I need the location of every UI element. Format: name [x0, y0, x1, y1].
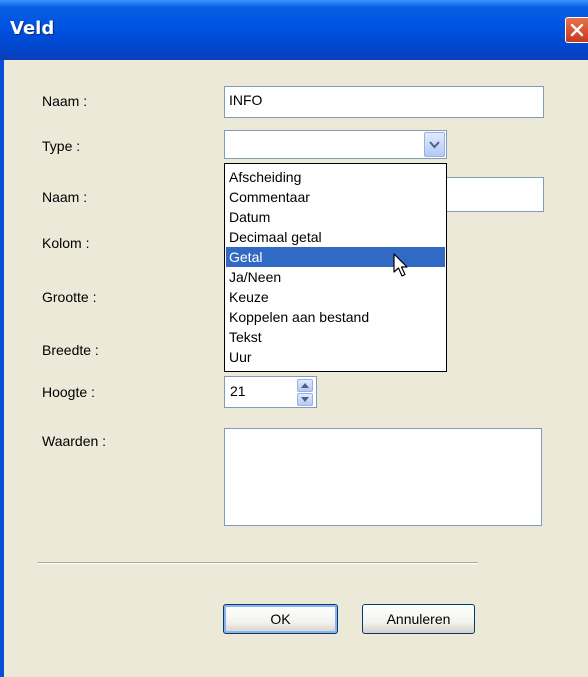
dropdown-option-datum[interactable]: Datum: [226, 207, 445, 227]
close-button[interactable]: [565, 17, 588, 43]
hoogte-value: 21: [230, 383, 246, 399]
type-label: Type :: [42, 138, 81, 154]
cancel-button[interactable]: Annuleren: [362, 604, 475, 634]
naam-input[interactable]: INFO: [224, 86, 544, 118]
dropdown-option-koppelen-aan-bestand[interactable]: Koppelen aan bestand: [226, 307, 445, 327]
dropdown-option-decimaal-getal[interactable]: Decimaal getal: [226, 227, 445, 247]
grootte-label: Grootte :: [42, 289, 97, 305]
kolom-label: Kolom :: [42, 235, 90, 251]
close-icon: [570, 23, 584, 37]
title-bar[interactable]: Veld: [0, 0, 588, 60]
type-dropdown-button[interactable]: [424, 132, 445, 157]
chevron-down-icon: [429, 141, 440, 149]
window-title: Veld: [10, 18, 55, 39]
dropdown-option-commentaar[interactable]: Commentaar: [226, 187, 445, 207]
mouse-pointer-icon: [393, 253, 408, 277]
dropdown-option-getal[interactable]: Getal: [226, 247, 445, 267]
dropdown-option-ja-neen[interactable]: Ja/Neen: [226, 267, 445, 287]
spinner-down-button[interactable]: [297, 393, 313, 406]
arrow-up-icon: [301, 383, 309, 388]
waarden-label: Waarden :: [42, 433, 107, 449]
dropdown-option-tekst[interactable]: Tekst: [226, 327, 445, 347]
naam-label: Naam :: [42, 93, 88, 109]
spinner-up-button[interactable]: [297, 379, 313, 392]
type-dropdown-list: Afscheiding Commentaar Datum Decimaal ge…: [224, 163, 447, 372]
dropdown-option-keuze[interactable]: Keuze: [226, 287, 445, 307]
hoogte-spinner[interactable]: 21: [224, 376, 317, 408]
separator-line: [38, 562, 478, 564]
dropdown-option-uur[interactable]: Uur: [226, 347, 445, 367]
hoogte-label: Hoogte :: [42, 384, 95, 400]
naam-2-label: Naam :: [42, 189, 88, 205]
dialog-window: Veld Naam : Type : Naam : Kolom : Groott…: [0, 0, 588, 677]
type-select[interactable]: [224, 130, 447, 159]
ok-button[interactable]: OK: [223, 604, 338, 634]
window-frame-left: [0, 60, 4, 677]
dropdown-option-afscheiding[interactable]: Afscheiding: [226, 167, 445, 187]
arrow-down-icon: [301, 397, 309, 402]
breedte-label: Breedte :: [42, 342, 99, 358]
waarden-textarea[interactable]: [224, 428, 542, 526]
